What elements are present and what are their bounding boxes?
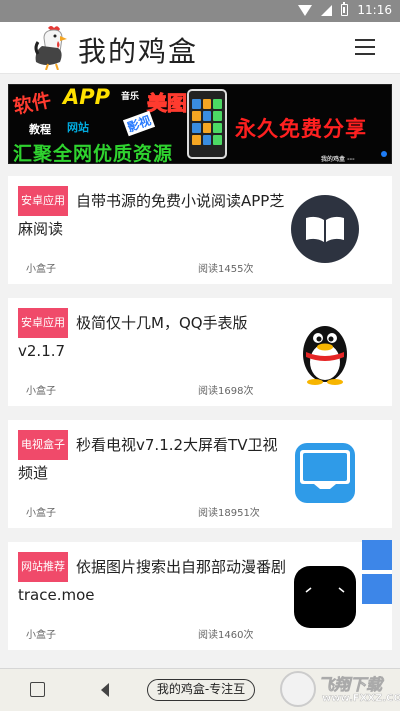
banner-word-tutorial: 教程 bbox=[29, 123, 51, 136]
banner-slogan-left: 汇聚全网优质资源 bbox=[13, 143, 174, 164]
article-read-count: 阅读18951次 bbox=[198, 508, 260, 519]
phone-illustration-icon bbox=[187, 89, 227, 159]
app-header: 我的鸡盒 bbox=[0, 22, 400, 74]
article-author: 小盒子 bbox=[26, 264, 56, 275]
watermark-logo-icon bbox=[280, 671, 316, 707]
banner-word-photo: 美图 bbox=[147, 91, 188, 116]
hamburger-menu-icon[interactable] bbox=[355, 39, 375, 55]
category-tag[interactable]: 电视盒子 bbox=[18, 430, 68, 460]
tv-app-icon[interactable] bbox=[290, 438, 360, 508]
article-card[interactable]: 安卓应用 自带书源的免费小说阅读APP芝麻阅读 小盒子 阅读1455次 bbox=[8, 176, 392, 284]
trace-moe-icon[interactable] bbox=[290, 560, 360, 630]
floating-side-button-top[interactable] bbox=[362, 540, 392, 570]
article-author: 小盒子 bbox=[26, 508, 56, 519]
article-read-count: 阅读1698次 bbox=[198, 386, 254, 397]
category-tag[interactable]: 网站推荐 bbox=[18, 552, 68, 582]
battery-icon bbox=[341, 2, 349, 16]
article-title[interactable]: 电视盒子 秒看电视v7.1.2大屏看TV卫视频道 bbox=[18, 430, 288, 486]
watermark-text: 飞翔下载 bbox=[318, 675, 383, 695]
banner-word-software: 软件 bbox=[11, 89, 54, 119]
article-author: 小盒子 bbox=[26, 386, 56, 397]
banner-word-video: 影视 bbox=[122, 110, 156, 137]
article-title[interactable]: 网站推荐 依据图片搜索出自那部动漫番剧trace.moe bbox=[18, 552, 288, 608]
promo-banner[interactable]: 软件 APP 音乐 美图 教程 网站 影视 汇聚全网优质资源 永久免费分享 我的… bbox=[8, 84, 392, 164]
wifi-icon bbox=[298, 4, 313, 16]
category-tag[interactable]: 安卓应用 bbox=[18, 308, 68, 338]
status-time: 11:16 bbox=[357, 3, 392, 17]
back-arrow-icon[interactable] bbox=[101, 683, 109, 697]
article-card[interactable]: 网站推荐 依据图片搜索出自那部动漫番剧trace.moe 小盒子 阅读1460次 bbox=[8, 542, 392, 650]
banner-slogan-right: 永久免费分享 bbox=[235, 117, 367, 141]
banner-word-music: 音乐 bbox=[121, 92, 140, 102]
article-card[interactable]: 安卓应用 极简仅十几M，QQ手表版v2.1.7 小盒子 阅读1698次 bbox=[8, 298, 392, 406]
carousel-indicator-dot[interactable] bbox=[381, 151, 387, 157]
article-read-count: 阅读1460次 bbox=[198, 630, 254, 641]
qq-penguin-icon[interactable] bbox=[290, 316, 360, 386]
status-bar: 11:16 bbox=[0, 0, 400, 22]
watermark-url: www.FXXZ.COM bbox=[322, 693, 400, 704]
article-title[interactable]: 安卓应用 极简仅十几M，QQ手表版v2.1.7 bbox=[18, 308, 288, 364]
category-tag[interactable]: 安卓应用 bbox=[18, 186, 68, 216]
tabs-square-icon[interactable] bbox=[30, 682, 45, 697]
site-title-pill[interactable]: 我的鸡盒-专注互 bbox=[147, 679, 255, 701]
article-author: 小盒子 bbox=[26, 630, 56, 641]
article-title[interactable]: 安卓应用 自带书源的免费小说阅读APP芝麻阅读 bbox=[18, 186, 288, 242]
floating-side-button-bottom[interactable] bbox=[362, 574, 392, 604]
book-icon[interactable] bbox=[290, 194, 360, 264]
signal-icon bbox=[321, 4, 333, 16]
article-card[interactable]: 电视盒子 秒看电视v7.1.2大屏看TV卫视频道 小盒子 阅读18951次 bbox=[8, 420, 392, 528]
banner-word-app: APP bbox=[63, 85, 111, 109]
app-title: 我的鸡盒 bbox=[78, 35, 199, 68]
rooster-logo-icon[interactable] bbox=[34, 24, 74, 70]
banner-word-website: 网站 bbox=[67, 121, 89, 134]
browser-bottom-bar: 我的鸡盒-专注互 飞翔下载 www.FXXZ.COM bbox=[0, 668, 400, 711]
article-read-count: 阅读1455次 bbox=[198, 264, 254, 275]
